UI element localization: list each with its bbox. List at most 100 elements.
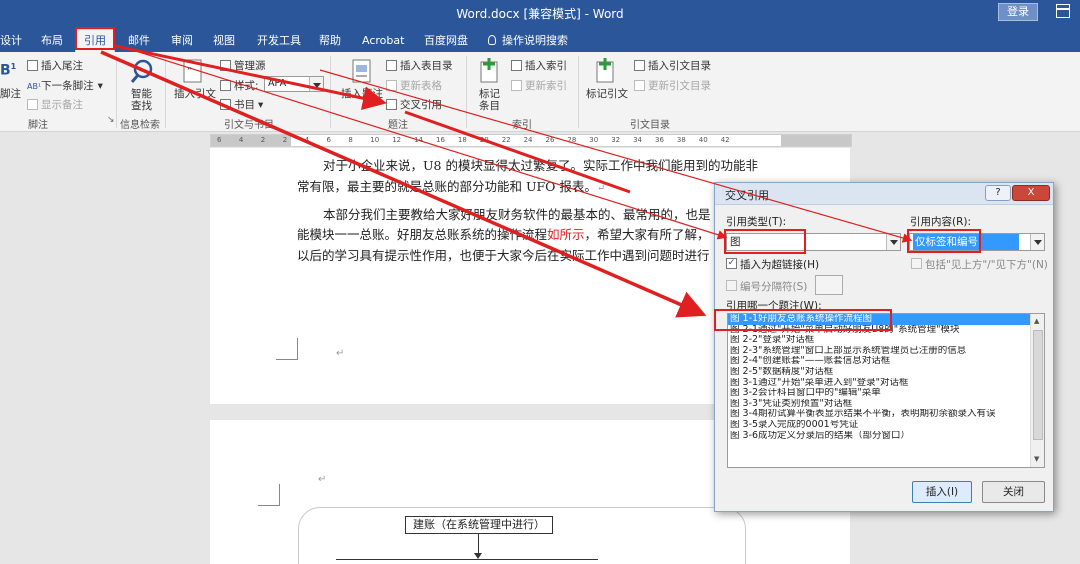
scrollbar-thumb[interactable]: [1033, 330, 1043, 440]
scroll-down-icon[interactable]: ▼: [1034, 455, 1039, 463]
page-corner-mark: [258, 484, 280, 506]
insert-citation-button[interactable]: 插入引文: [174, 86, 216, 101]
footnote-dialog-launcher-icon[interactable]: ↘: [107, 115, 115, 125]
next-footnote-icon: AB¹: [27, 82, 42, 91]
reference-type-label: 引用类型(T):: [726, 216, 787, 228]
tab-mailings[interactable]: 邮件: [128, 30, 150, 52]
chevron-down-icon: ▾: [97, 80, 103, 92]
annotation-box-selected-caption: [714, 309, 892, 331]
doc-para1-line2: 常有限，最主要的就是总账的部分功能和 UFO 报表。↵: [297, 179, 606, 194]
caption-list-item[interactable]: 图 3-5录入完成的0001号凭证: [728, 420, 1030, 431]
separate-numbers-label: 编号分隔符(S): [740, 281, 808, 293]
insert-caption-icon: [351, 58, 373, 86]
tab-review[interactable]: 审阅: [171, 30, 193, 52]
update-index-button[interactable]: 更新索引: [511, 78, 567, 93]
ruler-tick-label: 32: [611, 136, 621, 144]
ruler-tick-label: 26: [545, 136, 555, 144]
annotation-box-reference-type: [724, 229, 806, 254]
tab-view[interactable]: 视图: [213, 30, 235, 52]
caption-list-item[interactable]: 图 3-4期初试算平衡表显示结果不平衡，表明期初余额录入有误: [728, 409, 1030, 420]
group-index-label: 索引: [512, 120, 532, 131]
ruler-tick-label: 2: [282, 136, 288, 144]
citation-style-select[interactable]: APA: [264, 76, 324, 92]
manage-sources-button[interactable]: 管理源: [220, 58, 266, 73]
separator-input[interactable]: [815, 275, 843, 295]
ruler-tick-label: 4: [238, 136, 244, 144]
ruler-tick-label: 16: [436, 136, 445, 144]
page-corner-mark: [276, 338, 298, 360]
footnote-icon: B1: [0, 62, 17, 79]
dialog-title-bar[interactable]: 交叉引用 ? X: [715, 183, 1053, 205]
ribbon: B1 脚注 插入尾注 AB¹下一条脚注 ▾ 显示备注 脚注 ↘ 智能 查找 信息检…: [0, 52, 1080, 132]
login-button[interactable]: 登录: [998, 3, 1038, 21]
caption-list-item[interactable]: 图 3-1通过"开始"菜单进入到"登录"对话框: [728, 378, 1030, 389]
close-dialog-button[interactable]: 关闭: [982, 481, 1045, 503]
manage-sources-icon: [220, 60, 231, 71]
caption-list-scrollbar[interactable]: ▲ ▼: [1030, 314, 1044, 467]
horizontal-ruler[interactable]: 6 4 2 2 4 6 8 10 12 14 16 18 20 22 24 26 28 30 32 34 36 38 40 4…: [210, 134, 852, 147]
divider: [165, 56, 166, 128]
endnote-icon: [27, 60, 38, 71]
insert-button[interactable]: 插入(I): [912, 481, 972, 503]
tab-developer[interactable]: 开发工具: [257, 30, 301, 52]
show-notes-button[interactable]: 显示备注: [27, 97, 83, 112]
caption-list-item[interactable]: 图 2-4"创建账套"——账套信息对话框: [728, 356, 1030, 367]
tab-layout[interactable]: 布局: [41, 30, 63, 52]
caption-list-item[interactable]: 图 3-3"凭证类别预置"对话框: [728, 399, 1030, 410]
smart-lookup-label-2[interactable]: 查找: [131, 98, 152, 113]
tab-design[interactable]: 设计: [0, 30, 22, 52]
tell-me-search[interactable]: 操作说明搜索: [488, 30, 568, 52]
insert-index-icon: [511, 60, 522, 71]
caption-list-item[interactable]: 图 2-5"数据精度"对话框: [728, 367, 1030, 378]
caption-list[interactable]: 图 1-1好朋友总账系统操作流程图图 2-1通过"开始"菜单启动好朋友U8的"系…: [727, 313, 1045, 468]
doc-para2-line1: 本部分我们主要教给大家好朋友财务软件的最基本的、最常用的，也是: [323, 207, 711, 222]
help-button[interactable]: ?: [985, 185, 1011, 201]
update-table-icon: [386, 80, 397, 91]
mark-citation-button[interactable]: 标记引文: [586, 86, 628, 101]
tab-acrobat[interactable]: Acrobat: [362, 30, 404, 52]
caption-list-item[interactable]: 图 2-3"系统管理"窗口上部显示系统管理员已注册的信息: [728, 346, 1030, 357]
include-above-below-checkbox[interactable]: [911, 258, 922, 269]
dialog-close-button[interactable]: X: [1012, 185, 1050, 201]
show-notes-icon: [27, 99, 38, 110]
paragraph-mark: ↵: [318, 474, 327, 485]
insert-footnote-button[interactable]: 脚注: [0, 86, 21, 101]
bibliography-button[interactable]: 书目 ▾: [220, 97, 263, 112]
tab-help[interactable]: 帮助: [319, 30, 341, 52]
divider: [330, 56, 331, 128]
ruler-tick-label: 38: [676, 136, 686, 144]
cross-reference-button[interactable]: 交叉引用: [386, 97, 442, 112]
insert-hyperlink-checkbox[interactable]: ✓: [726, 258, 737, 269]
svg-text:“: “: [187, 66, 192, 77]
bibliography-icon: [220, 99, 231, 110]
style-icon: [220, 80, 231, 91]
update-table-button[interactable]: 更新表格: [386, 78, 442, 93]
scroll-up-icon[interactable]: ▲: [1034, 317, 1039, 325]
caption-field-placeholder[interactable]: 如所示: [547, 227, 585, 242]
insert-index-button[interactable]: 插入索引: [511, 58, 567, 73]
ribbon-display-options-icon[interactable]: [1056, 4, 1070, 18]
annotation-box-references-tab: [75, 27, 115, 50]
ruler-tick-label: 14: [414, 136, 424, 144]
insert-table-of-figures-button[interactable]: 插入表目录: [386, 58, 453, 73]
caption-list-item[interactable]: 图 2-2"登录"对话框: [728, 335, 1030, 346]
tell-me-label: 操作说明搜索: [502, 34, 568, 47]
next-footnote-button[interactable]: AB¹下一条脚注 ▾: [27, 78, 103, 93]
cross-reference-icon: [386, 99, 397, 110]
ruler-tick-label: 4: [304, 136, 310, 144]
separate-numbers-checkbox[interactable]: [726, 280, 737, 291]
caption-list-item[interactable]: 图 3-2会计科目窗口中的"编辑"菜单: [728, 388, 1030, 399]
update-toa-button[interactable]: 更新引文目录: [634, 78, 711, 93]
ruler-tick-label: 36: [655, 136, 664, 144]
mark-entry-label-2[interactable]: 条目: [479, 98, 500, 113]
group-citations-label: 引文与书目: [224, 120, 274, 131]
update-index-icon: [511, 80, 522, 91]
insert-caption-button[interactable]: 插入题注: [341, 86, 383, 101]
caption-list-item[interactable]: 图 3-6成功定义分录后的结果（部分窗口）: [728, 431, 1030, 442]
update-toa-icon: [634, 80, 645, 91]
tab-baidu-netdisk[interactable]: 百度网盘: [424, 30, 468, 52]
reference-content-label: 引用内容(R):: [910, 216, 972, 228]
insert-toa-button[interactable]: 插入引文目录: [634, 58, 711, 73]
insert-endnote-button[interactable]: 插入尾注: [27, 58, 83, 73]
window-title: Word.docx [兼容模式] - Word: [456, 7, 624, 21]
